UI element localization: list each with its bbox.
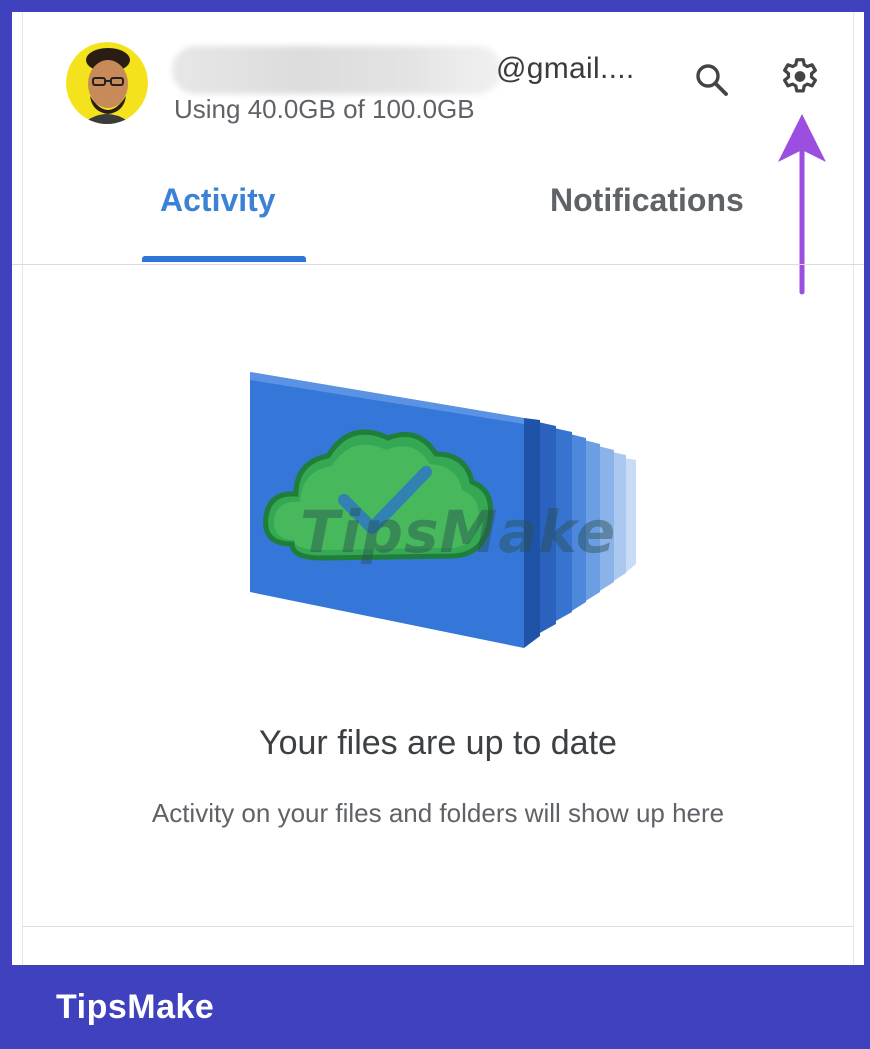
search-button[interactable]: [688, 56, 736, 104]
gear-icon: [783, 58, 817, 93]
storage-usage: Using 40.0GB of 100.0GB: [174, 94, 475, 124]
avatar[interactable]: [66, 42, 148, 124]
search-icon: [696, 64, 728, 96]
empty-state-subtitle: Activity on your files and folders will …: [151, 798, 725, 828]
arrow-up-icon: [778, 114, 826, 295]
active-tab-indicator: [142, 256, 306, 262]
email-redacted: [172, 46, 502, 94]
brand-logo-text: TipsMake: [56, 988, 215, 1026]
tab-activity[interactable]: Activity: [160, 182, 276, 219]
empty-state-title: Your files are up to date: [259, 724, 617, 762]
drive-popup-panel: @gmail.... Using 40.0GB of 100.0GB Activ…: [12, 12, 864, 965]
watermark-text: TipsMake: [300, 498, 617, 566]
bottom-divider: [22, 926, 854, 927]
account-email: @gmail....: [496, 52, 635, 85]
tab-notifications[interactable]: Notifications: [550, 182, 744, 219]
annotation-arrow: [774, 110, 830, 305]
settings-button[interactable]: [776, 54, 824, 102]
tab-divider: [12, 264, 864, 265]
